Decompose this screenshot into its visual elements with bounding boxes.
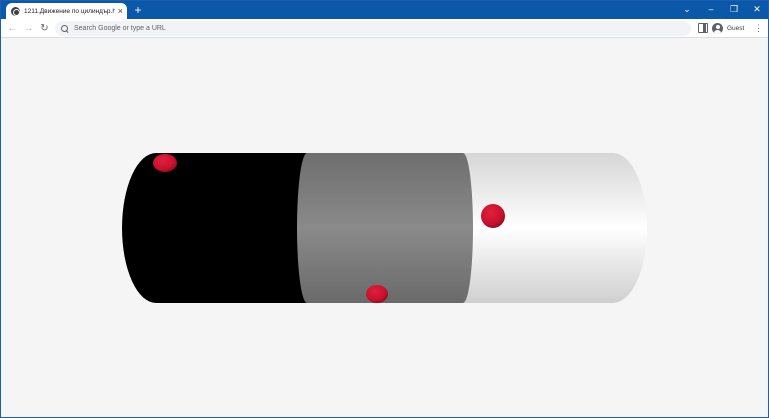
red-ball (153, 154, 177, 172)
close-window-button[interactable]: ✕ (747, 3, 767, 15)
black-cylinder-segment (122, 153, 307, 303)
address-placeholder: Search Google or type a URL (74, 25, 166, 32)
browser-window: 1211.Движение по цилиндър.h × + ⌄ – ❐ ✕ … (0, 0, 769, 418)
avatar-icon (712, 23, 723, 34)
minimize-button[interactable]: – (701, 3, 721, 15)
forward-arrow-icon[interactable]: → (22, 22, 35, 35)
restore-button[interactable]: ❐ (724, 3, 744, 15)
kebab-menu-icon[interactable]: ⋮ (754, 22, 763, 35)
page-viewport (1, 38, 768, 417)
side-panel-icon[interactable] (698, 23, 708, 33)
globe-icon (11, 6, 20, 16)
title-bar: 1211.Движение по цилиндър.h × + ⌄ – ❐ ✕ (1, 1, 768, 19)
red-ball (366, 285, 388, 303)
white-cylinder-segment (463, 153, 647, 303)
address-bar[interactable]: Search Google or type a URL (55, 21, 691, 36)
active-tab[interactable]: 1211.Движение по цилиндър.h × (6, 3, 127, 19)
search-icon (61, 24, 69, 33)
gray-cylinder-segment (288, 153, 473, 303)
profile-button[interactable]: Guest (712, 21, 744, 36)
profile-name: Guest (727, 25, 745, 32)
browser-toolbar: ← → ↻ Search Google or type a URL Guest … (1, 19, 768, 38)
back-arrow-icon[interactable]: ← (6, 22, 19, 35)
tab-search-dropdown-icon[interactable]: ⌄ (677, 3, 697, 15)
red-ball (481, 204, 505, 228)
new-tab-button[interactable]: + (132, 3, 144, 17)
cylinder-scene (122, 153, 647, 303)
tab-title: 1211.Движение по цилиндър.h (24, 7, 115, 15)
tab-close-icon[interactable]: × (118, 6, 123, 16)
reload-icon[interactable]: ↻ (38, 22, 51, 35)
